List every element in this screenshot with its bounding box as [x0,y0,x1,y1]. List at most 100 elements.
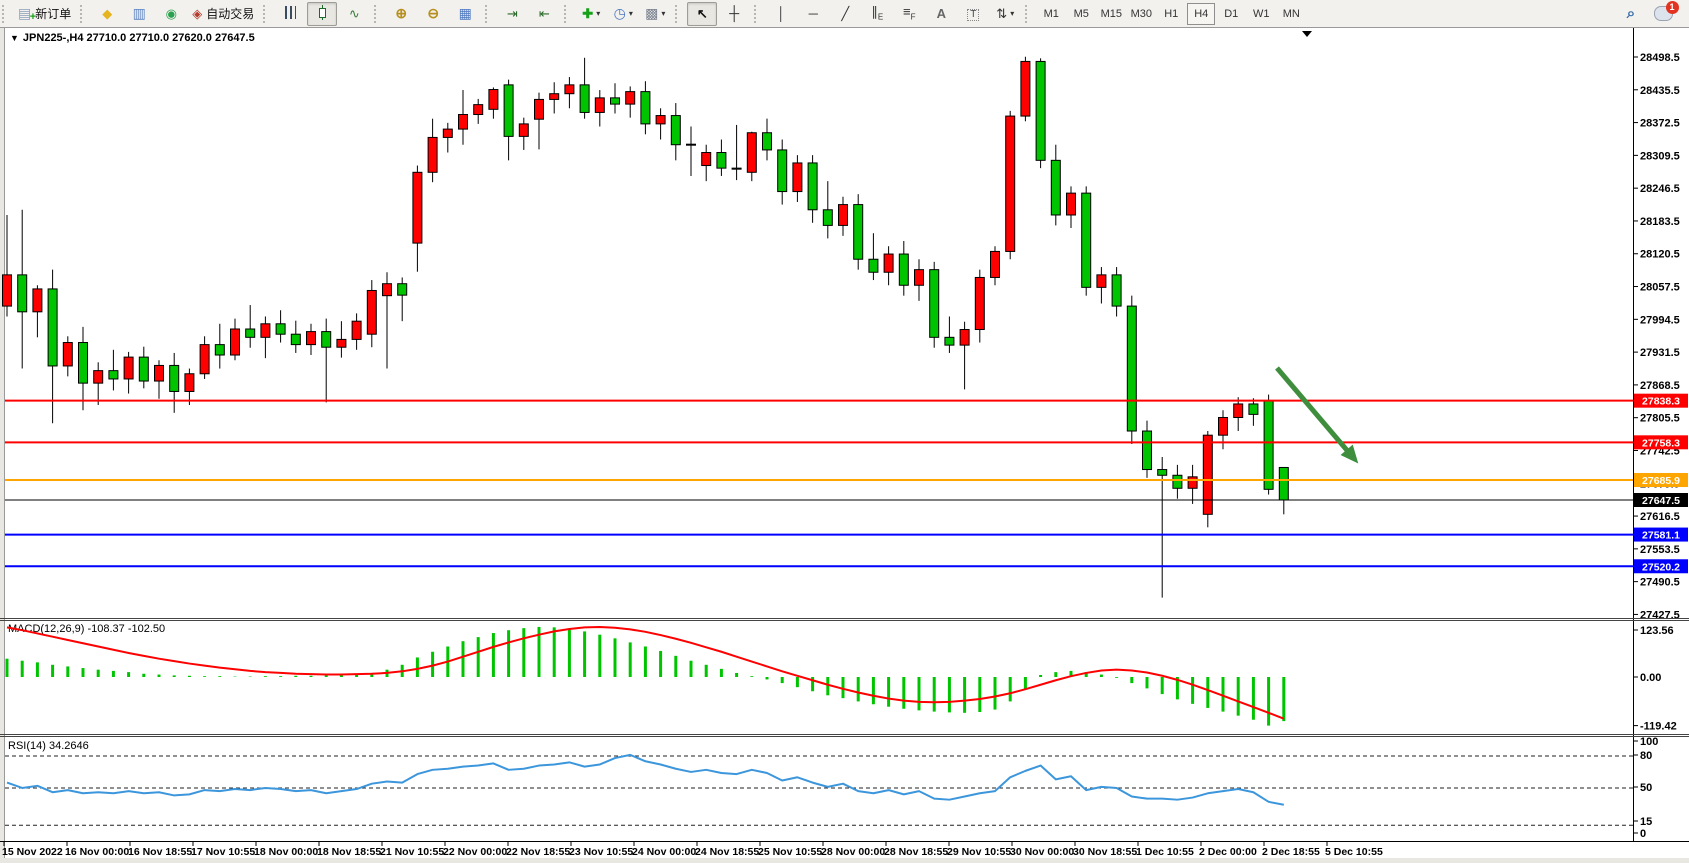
time-axis-label: 17 Nov 10:55 [191,846,255,858]
candle-body [1188,477,1197,488]
timeframe-h4[interactable]: H4 [1187,3,1215,25]
candle-body [185,374,194,392]
candle-body [717,153,726,169]
autotrading-button[interactable]: ◈自动交易 [188,2,258,26]
text-button[interactable]: A [926,2,956,26]
search-button[interactable]: ⌕ [1616,2,1646,26]
tile-windows-button[interactable]: ▦ [450,2,480,26]
candle-body [200,345,209,374]
text-icon: A [937,7,946,21]
chevron-down-icon: ▾ [661,9,665,18]
candle-body [778,150,787,192]
price-tick-label: 28183.5 [1640,216,1680,228]
time-axis-label: 2 Dec 18:55 [1262,846,1320,858]
candle-body [550,94,559,100]
arrows-button[interactable]: ⇅▾ [990,2,1020,26]
level-badge-label: 27647.5 [1642,495,1680,507]
timeframe-h1[interactable]: H1 [1157,3,1185,25]
auto-scroll-button[interactable]: ⇥ [497,2,527,26]
trendline-button[interactable]: ╱ [830,2,860,26]
time-axis-label: 23 Nov 10:55 [569,846,633,858]
new-order-button[interactable]: ▤+新订单 [14,2,75,26]
candle-body [702,153,711,166]
toolbar-grip [564,5,571,23]
equidistant-channel-button[interactable]: ∥E [862,2,892,26]
timeframe-mn[interactable]: MN [1277,3,1305,25]
timeframe-w1[interactable]: W1 [1247,3,1275,25]
candle-body [1097,275,1106,287]
candle-body [1279,467,1288,500]
time-axis-label: 16 Nov 18:55 [128,846,192,858]
line-chart-button[interactable]: ∿ [339,2,369,26]
chart-shift-marker[interactable] [1302,31,1312,37]
candle-body [1112,275,1121,306]
symbol-title-text: JPN225-,H4 27710.0 27710.0 27620.0 27647… [23,32,255,44]
candle-body [1264,401,1273,489]
candle-body [489,90,498,110]
new-order-icon: ▤+ [18,6,31,21]
chat-bubble-icon: 1 [1654,6,1673,21]
candle-body [246,329,255,337]
price-tick-label: 27427.5 [1640,609,1680,621]
time-axis-label: 30 Nov 00:00 [1010,846,1074,858]
toolbar: ▤+新订单◆▥◉◈自动交易∿⊕⊖▦⇥⇤✚▾◷▾▩▾↖┼│─╱∥E≡FAT⇅▾M1… [0,0,1689,28]
time-axis-label: 28 Nov 18:55 [884,846,948,858]
periods-button[interactable]: ◷▾ [608,2,638,26]
price-tick-label: 28246.5 [1640,183,1680,195]
indicators-button[interactable]: ✚▾ [576,2,606,26]
zoom-in-button[interactable]: ⊕ [386,2,416,26]
symbol-title[interactable]: ▼JPN225-,H4 27710.0 27710.0 27620.0 2764… [10,32,255,44]
timeframe-m30[interactable]: M30 [1127,3,1155,25]
vertical-line-button[interactable]: │ [766,2,796,26]
cursor-button[interactable]: ↖ [687,2,717,26]
templates-icon: ▩ [645,6,658,21]
candle-body [793,163,802,192]
zoom-out-button[interactable]: ⊖ [418,2,448,26]
candle-body [474,105,483,115]
rsi-axis-label: 15 [1640,816,1652,828]
bar-chart-button[interactable] [275,2,305,26]
chart-area[interactable]: ▼JPN225-,H4 27710.0 27710.0 27620.0 2764… [0,28,1689,863]
candle-body [1249,404,1258,414]
horizontal-line-button[interactable]: ─ [798,2,828,26]
data-window-button[interactable]: ▥ [124,2,154,26]
vertical-line-icon: │ [777,7,785,21]
candle-body [808,163,817,210]
fibonacci-button[interactable]: ≡F [894,2,924,26]
candle-body [763,133,772,150]
market-watch-button[interactable]: ◆ [92,2,122,26]
text-label-button[interactable]: T [958,2,988,26]
candle-body [18,275,27,312]
line-chart-icon: ∿ [349,7,360,21]
rsi-line [7,755,1284,805]
chart-canvas[interactable]: 28498.528435.528372.528309.528246.528183… [0,28,1689,863]
candle-body [823,210,832,226]
candle-body [671,116,680,145]
notifications-button[interactable]: 1 [1648,2,1678,26]
toolbar-grip [754,5,761,23]
time-axis-label: 1 Dec 10:55 [1136,846,1194,858]
candle-body [1082,193,1091,287]
time-axis-label: 30 Nov 18:55 [1073,846,1137,858]
market-watch-icon: ◆ [102,7,112,21]
candle-body [732,168,741,169]
timeframe-m1[interactable]: M1 [1037,3,1065,25]
templates-button[interactable]: ▩▾ [640,2,670,26]
toolbar-grip [263,5,270,23]
candlestick-button[interactable] [307,2,337,26]
candle-body [1158,470,1167,476]
time-axis-label: 15 Nov 2022 [2,846,63,858]
data-window-icon: ▥ [133,6,146,21]
crosshair-button[interactable]: ┼ [719,2,749,26]
timeframe-m5[interactable]: M5 [1067,3,1095,25]
toolbar-grip [1025,5,1032,23]
chart-shift-button[interactable]: ⇤ [529,2,559,26]
timeframe-m15[interactable]: M15 [1097,3,1125,25]
horizontal-line-icon: ─ [809,7,818,21]
level-badge-label: 27520.2 [1642,561,1680,573]
level-badge-label: 27685.9 [1642,475,1680,487]
timeframe-d1[interactable]: D1 [1217,3,1245,25]
cursor-icon: ↖ [697,7,708,21]
time-axis-label: 18 Nov 18:55 [317,846,381,858]
navigator-button[interactable]: ◉ [156,2,186,26]
